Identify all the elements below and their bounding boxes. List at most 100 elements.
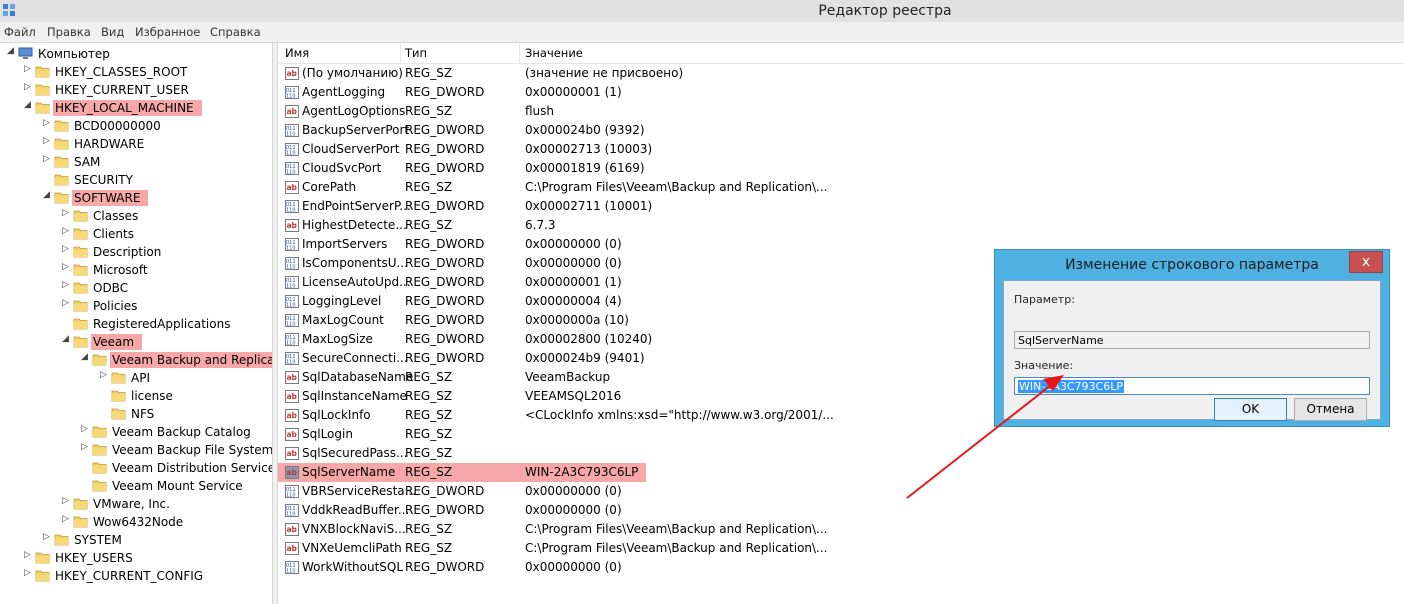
tree-node-label[interactable]: Veeam Backup File System VSS Integration <box>110 442 272 458</box>
collapsed-arrow-icon[interactable]: ▷ <box>42 118 51 128</box>
tree-node-label[interactable]: ODBC <box>91 280 130 296</box>
collapsed-arrow-icon[interactable]: ▷ <box>61 280 70 290</box>
tree-node-label[interactable]: Description <box>91 244 163 260</box>
tree-node[interactable]: ◢ Veeam Backup and Replication <box>0 351 272 369</box>
tree-node[interactable]: ▷ SYSTEM <box>0 531 272 549</box>
value-row[interactable]: ab AgentLogOptions REG_SZ flush <box>278 102 1404 121</box>
collapsed-arrow-icon[interactable]: ▷ <box>61 298 70 308</box>
column-header-value[interactable]: Значение <box>525 46 583 60</box>
value-row[interactable]: ab VNXBlockNaviS... REG_SZ C:\Program Files… <box>278 520 1404 539</box>
menu-edit[interactable]: Правка <box>47 25 91 39</box>
collapsed-arrow-icon[interactable]: ▷ <box>42 136 51 146</box>
tree-node-label[interactable]: HKEY_CURRENT_CONFIG <box>53 568 205 584</box>
value-row[interactable]: ab VNXeUemcliPath REG_SZ C:\Program Files\V… <box>278 539 1404 558</box>
tree-node-label[interactable]: Veeam Backup and Replication <box>110 352 272 368</box>
menu-favorites[interactable]: Избранное <box>135 25 200 39</box>
value-row[interactable]: 011 110 VBRServiceResta... REG_DWORD 0x00000… <box>278 482 1404 501</box>
column-divider[interactable] <box>519 43 520 63</box>
tree-node[interactable]: Veeam Distribution Service <box>0 459 272 477</box>
tree-node-label[interactable]: HARDWARE <box>72 136 146 152</box>
value-row[interactable]: ab SqlServerName REG_SZ WIN-2A3C793C6LP <box>278 463 1404 482</box>
tree-node-label[interactable]: Veeam <box>91 334 143 350</box>
value-row[interactable]: 011 110 VddkReadBuffer... REG_DWORD 0x000000… <box>278 501 1404 520</box>
tree-node-label[interactable]: SOFTWARE <box>72 190 149 206</box>
tree-node[interactable]: ▷ HKEY_USERS <box>0 549 272 567</box>
tree-node[interactable]: ▷ Microsoft <box>0 261 272 279</box>
collapsed-arrow-icon[interactable]: ▷ <box>61 262 70 272</box>
collapsed-arrow-icon[interactable]: ▷ <box>61 496 70 506</box>
collapsed-arrow-icon[interactable]: ▷ <box>99 370 108 380</box>
registry-key-tree[interactable]: ◢ Компьютер ▷ HKEY_CLASSES_ROOT ▷ HKEY_CURREN… <box>0 43 273 604</box>
collapsed-arrow-icon[interactable]: ▷ <box>23 568 32 578</box>
value-row[interactable]: ab HighestDetecte... REG_SZ 6.7.3 <box>278 216 1404 235</box>
tree-node-label[interactable]: Classes <box>91 208 140 224</box>
collapsed-arrow-icon[interactable]: ▷ <box>42 154 51 164</box>
tree-node[interactable]: NFS <box>0 405 272 423</box>
cancel-button[interactable]: Отмена <box>1294 398 1367 421</box>
tree-node[interactable]: ◢ SOFTWARE <box>0 189 272 207</box>
value-row[interactable]: 011 110 WorkWithoutSQL REG_DWORD 0x00000000 … <box>278 558 1404 577</box>
tree-node[interactable]: ▷ Policies <box>0 297 272 315</box>
collapsed-arrow-icon[interactable]: ▷ <box>42 532 51 542</box>
collapsed-arrow-icon[interactable]: ▷ <box>23 82 32 92</box>
value-data-input[interactable]: WIN-2A3C793C6LP <box>1014 377 1370 395</box>
value-row[interactable]: 011 110 BackupServerPort REG_DWORD 0x000024b… <box>278 121 1404 140</box>
tree-node-label[interactable]: Wow6432Node <box>91 514 185 530</box>
column-header-name[interactable]: Имя <box>285 46 309 60</box>
tree-node[interactable]: ▷ VMware, Inc. <box>0 495 272 513</box>
tree-node[interactable]: ▷ HARDWARE <box>0 135 272 153</box>
tree-node[interactable]: ◢ Компьютер <box>0 45 272 63</box>
collapsed-arrow-icon[interactable]: ▷ <box>80 424 89 434</box>
tree-node[interactable]: ▷ Clients <box>0 225 272 243</box>
expanded-arrow-icon[interactable]: ◢ <box>80 352 89 362</box>
expanded-arrow-icon[interactable]: ◢ <box>61 334 70 344</box>
collapsed-arrow-icon[interactable]: ▷ <box>23 64 32 74</box>
tree-node[interactable]: ◢ HKEY_LOCAL_MACHINE <box>0 99 272 117</box>
expanded-arrow-icon[interactable]: ◢ <box>42 190 51 200</box>
value-row[interactable]: ab SqlLogin REG_SZ <box>278 425 1404 444</box>
tree-node-label[interactable]: HKEY_CLASSES_ROOT <box>53 64 189 80</box>
tree-node[interactable]: ◢ Veeam <box>0 333 272 351</box>
tree-node-label[interactable]: RegisteredApplications <box>91 316 232 332</box>
collapsed-arrow-icon[interactable]: ▷ <box>61 244 70 254</box>
tree-node-label[interactable]: NFS <box>129 406 156 422</box>
dialog-close-button[interactable]: x <box>1349 251 1383 273</box>
tree-node[interactable]: SECURITY <box>0 171 272 189</box>
tree-node-label[interactable]: Veeam Distribution Service <box>110 460 272 476</box>
collapsed-arrow-icon[interactable]: ▷ <box>61 514 70 524</box>
ok-button[interactable]: OK <box>1214 398 1287 421</box>
column-divider[interactable] <box>400 43 401 63</box>
tree-node[interactable]: ▷ Classes <box>0 207 272 225</box>
collapsed-arrow-icon[interactable]: ▷ <box>61 208 70 218</box>
value-row[interactable]: ab CorePath REG_SZ C:\Program Files\Veeam\B… <box>278 178 1404 197</box>
tree-node[interactable]: RegisteredApplications <box>0 315 272 333</box>
tree-node-label[interactable]: Veeam Backup Catalog <box>110 424 253 440</box>
tree-node[interactable]: ▷ SAM <box>0 153 272 171</box>
tree-node[interactable]: ▷ HKEY_CURRENT_CONFIG <box>0 567 272 585</box>
collapsed-arrow-icon[interactable]: ▷ <box>23 550 32 560</box>
value-row[interactable]: 011 110 EndPointServerP... REG_DWORD 0x00002… <box>278 197 1404 216</box>
tree-node-label[interactable]: license <box>129 388 175 404</box>
tree-node[interactable]: ▷ Veeam Backup File System VSS Integratio… <box>0 441 272 459</box>
tree-node[interactable]: ▷ API <box>0 369 272 387</box>
expanded-arrow-icon[interactable]: ◢ <box>6 46 15 56</box>
tree-node-label[interactable]: SECURITY <box>72 172 135 188</box>
tree-node-label[interactable]: HKEY_CURRENT_USER <box>53 82 191 98</box>
expanded-arrow-icon[interactable]: ◢ <box>23 100 32 110</box>
tree-node-label[interactable]: SAM <box>72 154 102 170</box>
value-row[interactable]: ab SqlSecuredPass... REG_SZ <box>278 444 1404 463</box>
tree-node-label[interactable]: Policies <box>91 298 139 314</box>
tree-node[interactable]: Veeam Mount Service <box>0 477 272 495</box>
tree-node-label[interactable]: Компьютер <box>36 46 112 62</box>
menu-help[interactable]: Справка <box>210 25 261 39</box>
tree-node-label[interactable]: BCD00000000 <box>72 118 163 134</box>
tree-node-label[interactable]: HKEY_USERS <box>53 550 135 566</box>
tree-node-label[interactable]: VMware, Inc. <box>91 496 172 512</box>
value-row[interactable]: 011 110 CloudServerPort REG_DWORD 0x00002713… <box>278 140 1404 159</box>
tree-node[interactable]: ▷ ODBC <box>0 279 272 297</box>
tree-node-label[interactable]: Veeam Mount Service <box>110 478 245 494</box>
tree-node-label[interactable]: Microsoft <box>91 262 150 278</box>
tree-node[interactable]: ▷ Veeam Backup Catalog <box>0 423 272 441</box>
value-row[interactable]: 011 110 AgentLogging REG_DWORD 0x00000001 (1… <box>278 83 1404 102</box>
tree-node-label[interactable]: API <box>129 370 152 386</box>
